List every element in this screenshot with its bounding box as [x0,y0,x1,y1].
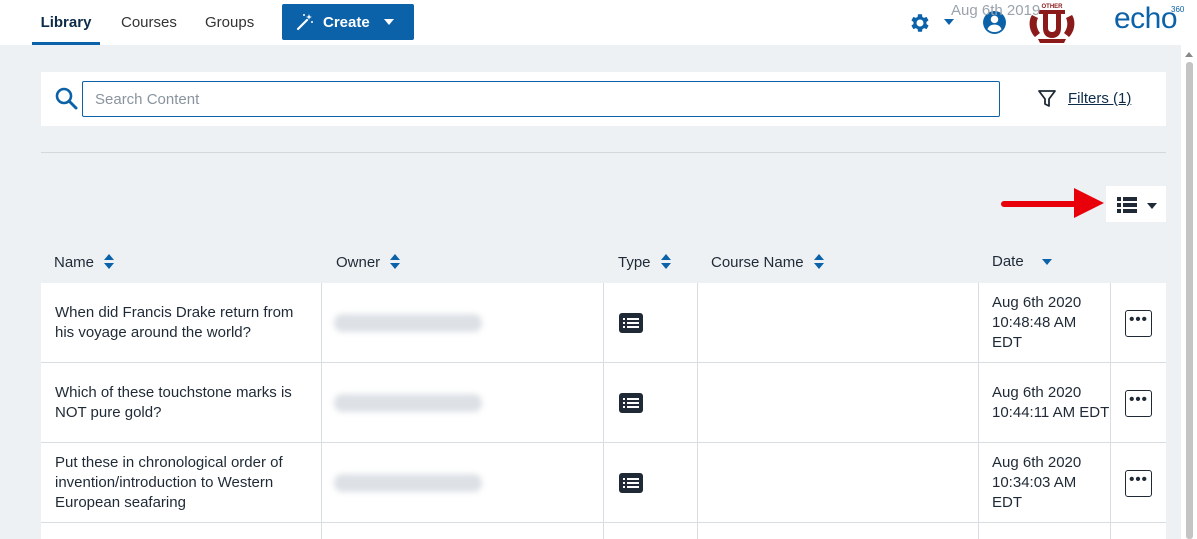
search-input[interactable] [82,81,1000,117]
chevron-down-icon [383,19,394,25]
section-divider [41,152,1166,153]
column-header-date-label: Date [992,253,1024,270]
row-name[interactable]: Which of these touchstone marks is NOT p… [41,363,322,443]
row-name[interactable]: Put these in chronological order of inve… [41,443,322,523]
column-header-name[interactable]: Name [54,253,115,271]
create-button[interactable]: Create [282,4,414,40]
row-menu-cell: ••• [1111,443,1166,523]
table-row[interactable]: Which of these touchstone marks is NOT p… [41,363,1166,443]
annotation-arrow-icon [1001,188,1104,218]
quiz-icon [619,393,643,413]
column-header-owner-label: Owner [336,253,381,271]
row-type [604,443,698,523]
filter-icon[interactable] [1037,89,1057,109]
tab-groups[interactable]: Groups [205,0,254,45]
row-type [604,283,698,363]
redacted-owner [334,474,482,492]
tab-library[interactable]: Library [32,0,100,45]
create-button-label: Create [323,13,370,31]
row-type [604,363,698,443]
sort-icon[interactable] [390,253,401,271]
column-header-date[interactable]: Date [992,253,1052,270]
sort-icon[interactable] [813,253,824,271]
table-row[interactable]: Put these in chronological order of inve… [41,443,1166,523]
logo-text-top: OTHER [1042,4,1064,10]
row-course-name [698,523,979,539]
echo360-brand: echo [1114,2,1178,35]
row-owner [322,363,604,443]
filters-link[interactable]: Filters (1) [1068,90,1131,107]
partial-row-date: Aug 6th 2019 [951,2,1041,19]
row-date: Aug 6th 2020 10:44:11 AM EDT [979,363,1111,443]
row-owner [322,523,604,539]
gear-icon[interactable] [908,11,932,35]
column-header-owner[interactable]: Owner [336,253,401,271]
quiz-icon [619,473,643,493]
row-menu-cell [1111,523,1166,539]
more-options-button[interactable]: ••• [1125,389,1152,417]
search-icon[interactable] [54,86,78,110]
row-name[interactable]: When did Francis Drake return from his v… [41,283,322,363]
row-date [979,523,1111,539]
row-owner [322,283,604,363]
content-table: When did Francis Drake return from his v… [41,283,1166,539]
magic-wand-icon [296,14,313,31]
list-view-icon[interactable] [1117,197,1137,213]
settings-chevron-down-icon[interactable] [944,19,954,25]
redacted-owner [334,394,482,412]
row-menu-cell: ••• [1111,363,1166,443]
sort-icon[interactable] [660,253,671,271]
redacted-owner [334,314,482,332]
column-header-name-label: Name [54,253,95,271]
view-chevron-down-icon[interactable] [1147,203,1157,209]
row-owner [322,443,604,523]
tab-courses[interactable]: Courses [121,0,177,45]
row-course-name [698,283,979,363]
quiz-icon [619,313,643,333]
table-row[interactable]: When did Francis Drake return from his v… [41,283,1166,363]
more-options-button[interactable]: ••• [1125,469,1152,497]
echo360-brand-sup: 360 [1171,5,1185,14]
scrollbar-thumb[interactable] [1186,62,1193,539]
sort-descending-icon[interactable] [1041,258,1052,265]
row-date: Aug 6th 2020 10:48:48 AM EDT [979,283,1111,363]
row-menu-cell: ••• [1111,283,1166,363]
sort-icon[interactable] [104,253,115,271]
table-row[interactable] [41,523,1166,539]
column-header-course-name[interactable]: Course Name [711,253,824,271]
more-options-button[interactable]: ••• [1125,309,1152,337]
row-type [604,523,698,539]
column-header-type-label: Type [618,253,651,271]
row-name[interactable] [41,523,322,539]
row-date: Aug 6th 2020 10:34:03 AM EDT [979,443,1111,523]
row-course-name [698,363,979,443]
column-header-type[interactable]: Type [618,253,671,271]
row-course-name [698,443,979,523]
column-header-course-name-label: Course Name [711,253,804,271]
scroll-up-arrow-icon[interactable] [1185,52,1193,57]
